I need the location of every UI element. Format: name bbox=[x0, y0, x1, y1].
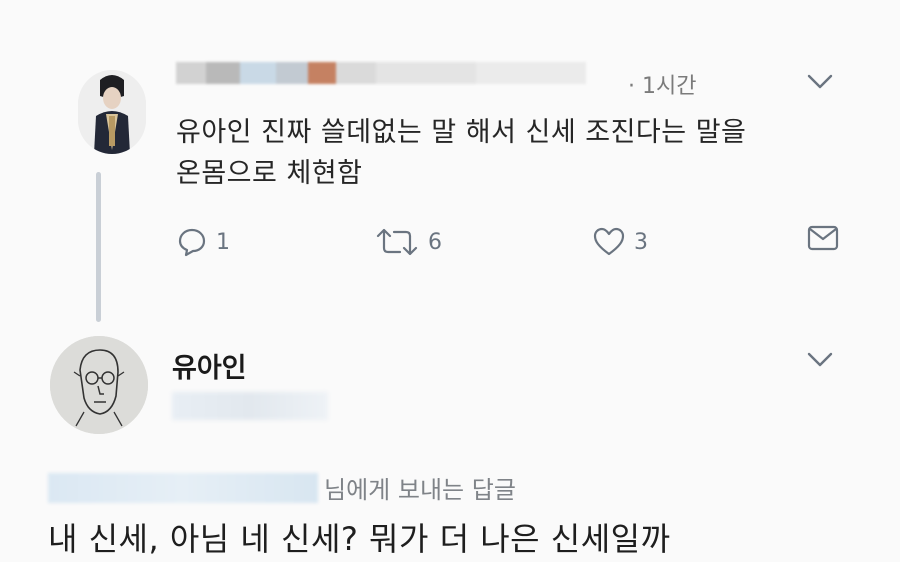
reply-text: 내 신세, 아님 네 신세? 뭐가 더 나은 신세일까 bbox=[48, 520, 671, 558]
reply-icon bbox=[178, 228, 206, 257]
reply-author-avatar[interactable] bbox=[50, 336, 148, 434]
like-button[interactable]: 3 bbox=[592, 222, 648, 262]
chevron-down-icon[interactable] bbox=[806, 350, 834, 370]
retweet-count: 6 bbox=[428, 229, 442, 255]
thread-line bbox=[96, 172, 101, 322]
retweet-icon bbox=[376, 228, 418, 256]
reply-button[interactable]: 1 bbox=[176, 222, 230, 262]
blurred-username bbox=[176, 62, 586, 84]
blurred-handle bbox=[172, 392, 328, 420]
replying-to-label: 님에게 보내는 답글 bbox=[324, 476, 516, 504]
heart-icon bbox=[593, 227, 625, 256]
tweet-text-line: 유아인 진짜 쓸데없는 말 해서 신세 조진다는 말을 bbox=[176, 117, 747, 148]
direct-message-button[interactable] bbox=[806, 222, 840, 262]
blurred-recipient[interactable] bbox=[48, 472, 318, 503]
retweet-button[interactable]: 6 bbox=[374, 222, 442, 262]
reply-count: 1 bbox=[216, 229, 230, 255]
mail-icon bbox=[807, 225, 839, 251]
like-count: 3 bbox=[634, 229, 648, 255]
tweet-time: · 1시간 bbox=[628, 74, 697, 99]
tweet-text: 유아인 진짜 쓸데없는 말 해서 신세 조진다는 말을 온몸으로 체현함 bbox=[176, 112, 856, 194]
replying-to: 님에게 보내는 답글 bbox=[48, 470, 516, 505]
author-avatar[interactable] bbox=[78, 70, 146, 154]
reply-author-name[interactable]: 유아인 bbox=[172, 346, 247, 385]
tweet-text-line: 온몸으로 체현함 bbox=[176, 158, 363, 189]
chevron-down-icon[interactable] bbox=[806, 72, 834, 92]
avatar-image bbox=[50, 336, 148, 434]
avatar-image bbox=[78, 70, 146, 154]
